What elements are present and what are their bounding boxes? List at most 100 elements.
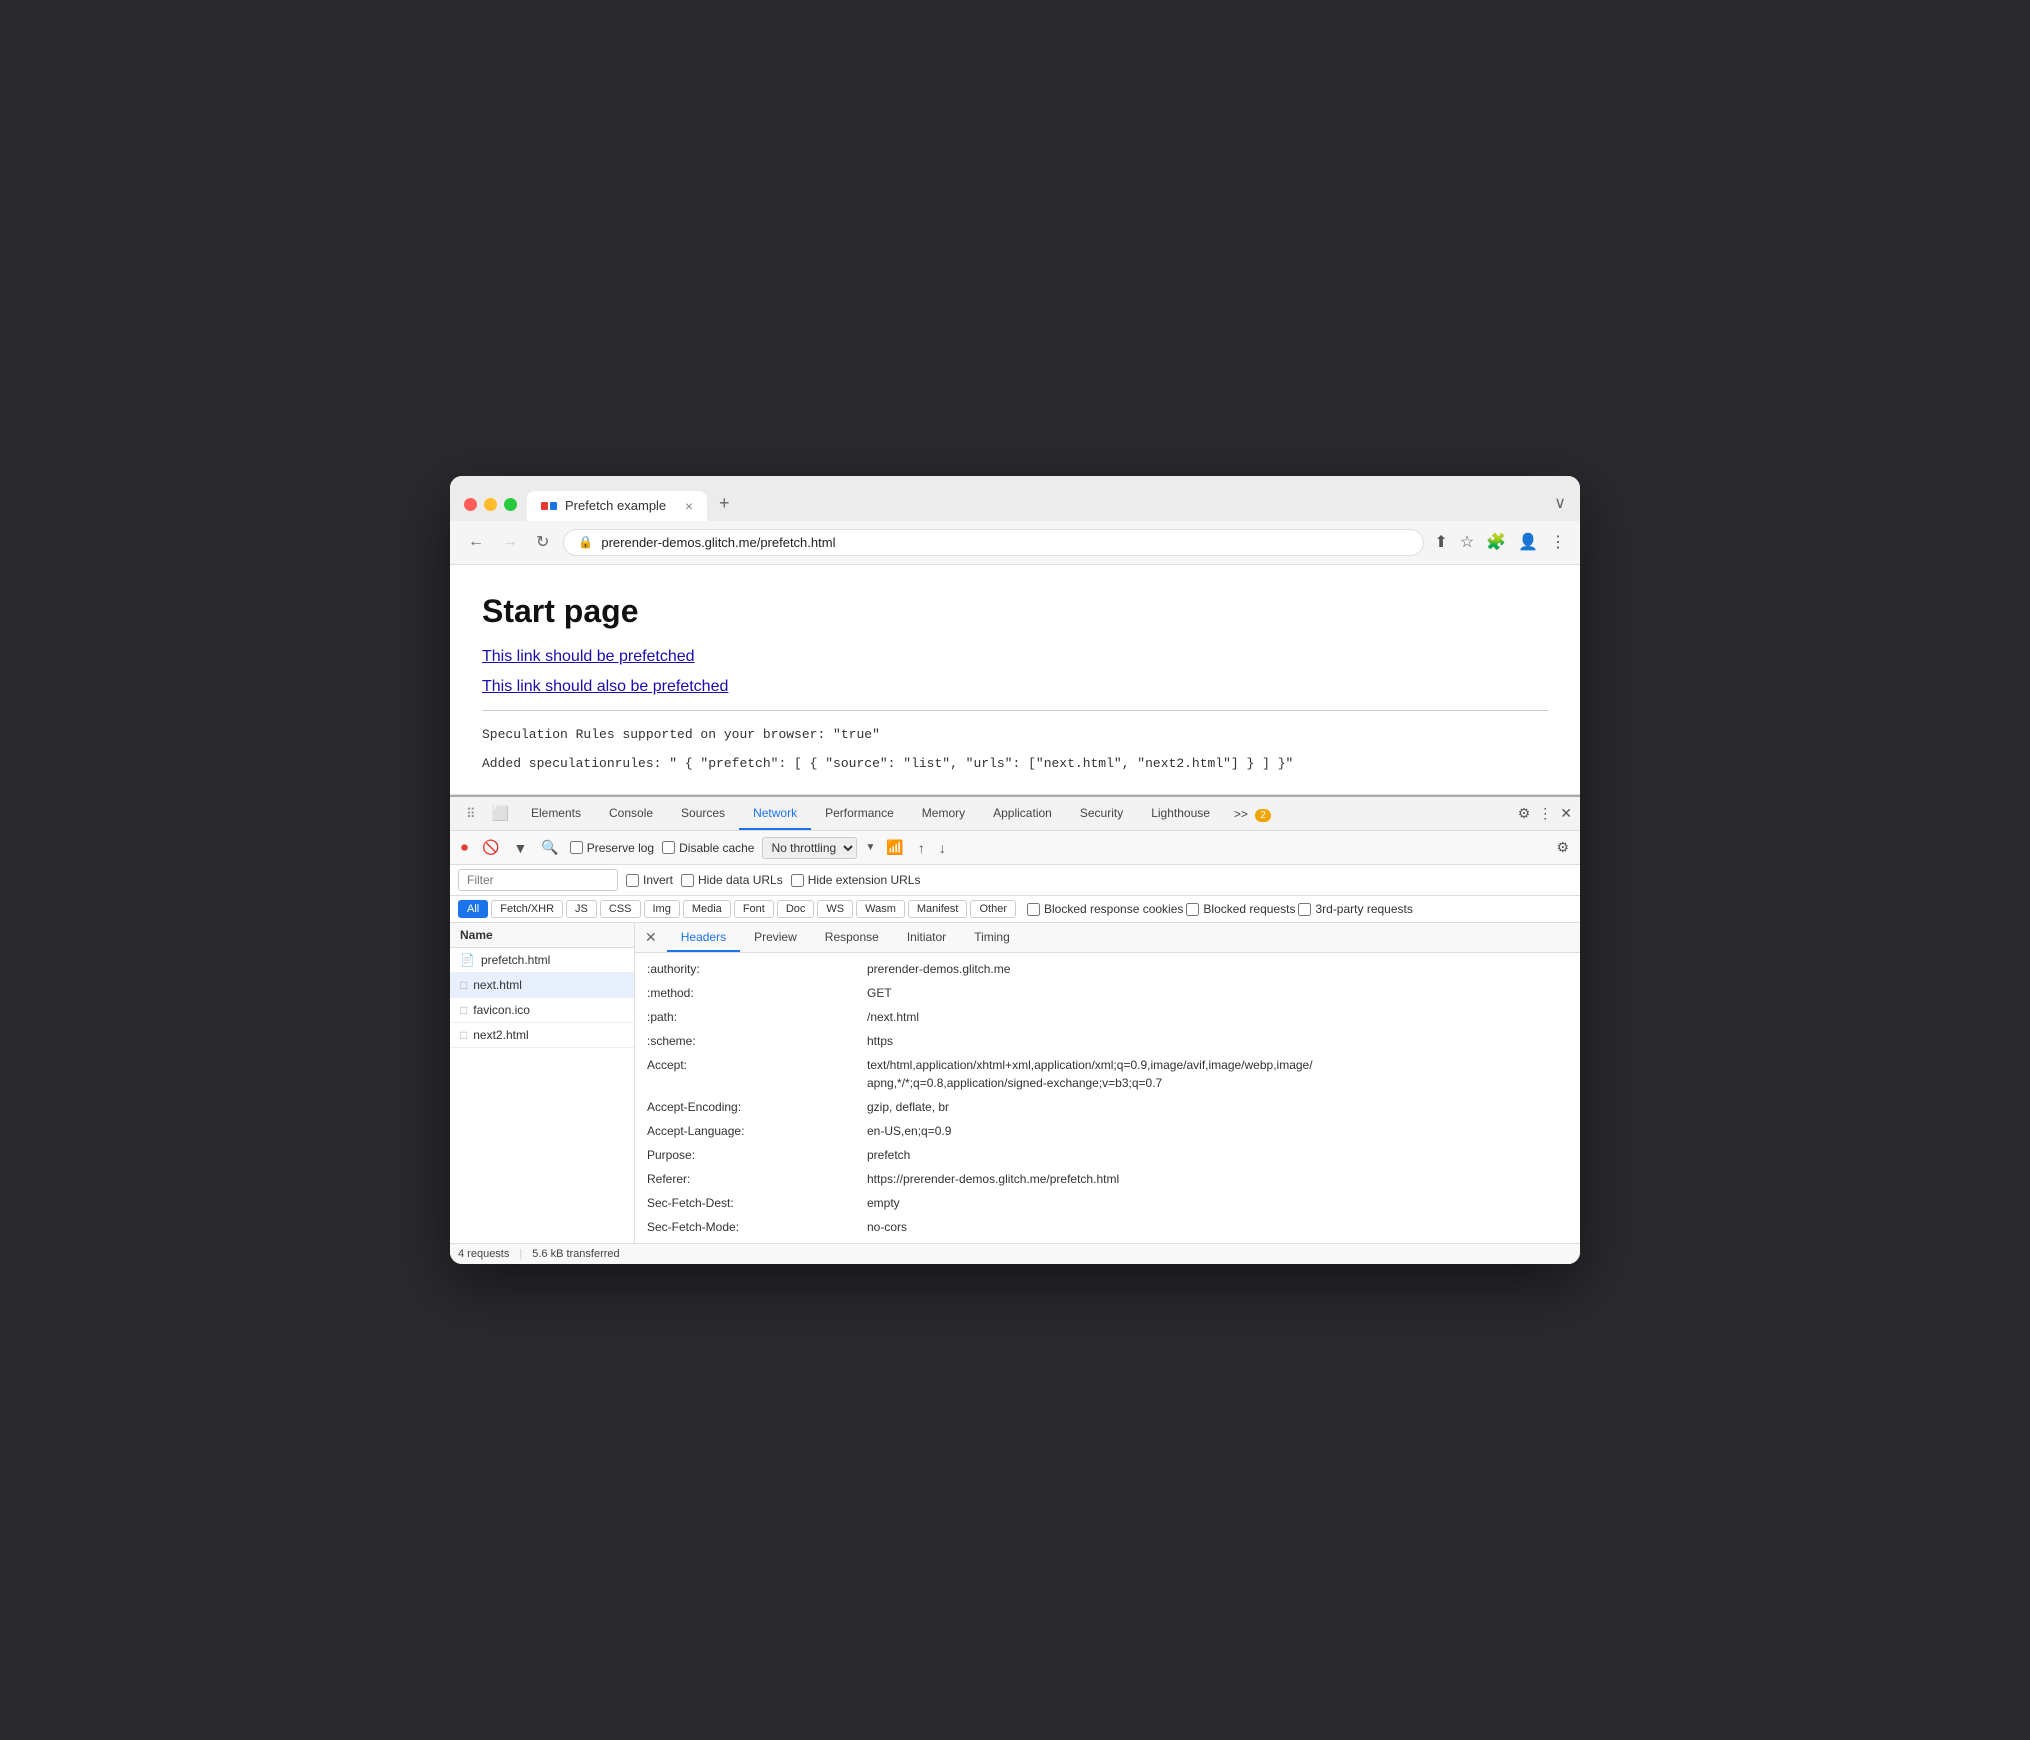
file-icon-next2: □ <box>460 1028 467 1042</box>
filter-font[interactable]: Font <box>734 900 774 918</box>
record-button[interactable]: ⏺ <box>458 836 471 859</box>
devtools-tab-bar: ⠿ ⬜ Elements Console Sources Network Per… <box>450 797 1580 831</box>
panel-tab-timing[interactable]: Timing <box>960 924 1024 952</box>
devtools-panel: ⠿ ⬜ Elements Console Sources Network Per… <box>450 795 1580 1264</box>
link2[interactable]: This link should also be prefetched <box>482 678 1548 696</box>
tab-sources[interactable]: Sources <box>667 798 739 830</box>
tab-performance[interactable]: Performance <box>811 798 908 830</box>
hide-data-urls-label[interactable]: Hide data URLs <box>681 873 783 887</box>
filter-input[interactable] <box>458 869 618 891</box>
reload-button[interactable]: ↻ <box>532 530 553 554</box>
file-list: Name 📄 prefetch.html □ next.html □ favic… <box>450 923 635 1243</box>
hide-data-urls-checkbox[interactable] <box>681 874 694 887</box>
clear-button[interactable]: 🚫 <box>479 836 502 859</box>
tab-close-button[interactable]: × <box>685 498 693 514</box>
maximize-traffic-light[interactable] <box>504 498 517 511</box>
file-item-prefetch-html[interactable]: 📄 prefetch.html <box>450 948 634 973</box>
wifi-icon[interactable]: 📶 <box>883 836 906 859</box>
devtools-more-icon[interactable]: ⋮ <box>1538 805 1552 822</box>
filter-ws[interactable]: WS <box>817 900 853 918</box>
filter-other[interactable]: Other <box>970 900 1016 918</box>
tab-title: Prefetch example <box>565 498 666 513</box>
header-referer: Referer: https://prerender-demos.glitch.… <box>635 1167 1580 1191</box>
more-menu-icon[interactable]: ⋮ <box>1550 532 1566 552</box>
tab-elements[interactable]: Elements <box>517 798 595 830</box>
network-settings-icon[interactable]: ⚙ <box>1553 836 1572 859</box>
devtools-settings-icon[interactable]: ⚙ <box>1518 805 1531 822</box>
tab-lighthouse[interactable]: Lighthouse <box>1137 798 1224 830</box>
panel-tab-response[interactable]: Response <box>811 924 893 952</box>
disable-cache-checkbox[interactable] <box>662 841 675 854</box>
minimize-traffic-light[interactable] <box>484 498 497 511</box>
preserve-log-label[interactable]: Preserve log <box>570 841 654 855</box>
invert-checkbox[interactable] <box>626 874 639 887</box>
active-tab[interactable]: Prefetch example × <box>527 491 707 521</box>
filter-doc[interactable]: Doc <box>777 900 815 918</box>
file-item-next2-html[interactable]: □ next2.html <box>450 1023 634 1048</box>
filter-button[interactable]: ▼ <box>510 837 530 859</box>
search-button[interactable]: 🔍 <box>538 836 561 859</box>
tab-menu-button[interactable]: ∨ <box>1554 493 1566 521</box>
link1[interactable]: This link should be prefetched <box>482 648 1548 666</box>
blocked-response-checkbox[interactable] <box>1027 903 1040 916</box>
tab-application[interactable]: Application <box>979 798 1066 830</box>
transferred-size: 5.6 kB transferred <box>532 1248 619 1260</box>
file-list-header: Name <box>450 923 634 948</box>
third-party-label[interactable]: 3rd-party requests <box>1298 902 1412 916</box>
disable-cache-label[interactable]: Disable cache <box>662 841 754 855</box>
filter-manifest[interactable]: Manifest <box>908 900 968 918</box>
back-button[interactable]: ← <box>464 531 488 553</box>
panel-tab-preview[interactable]: Preview <box>740 924 811 952</box>
address-bar: ← → ↻ 🔒 prerender-demos.glitch.me/prefet… <box>450 521 1580 565</box>
hide-extension-urls-checkbox[interactable] <box>791 874 804 887</box>
header-sec-fetch-site: Sec-Fetch-Site: none <box>635 1239 1580 1243</box>
address-input[interactable]: 🔒 prerender-demos.glitch.me/prefetch.htm… <box>563 529 1424 556</box>
filter-wasm[interactable]: Wasm <box>856 900 905 918</box>
upload-icon[interactable]: ↑ <box>915 837 928 859</box>
tab-memory[interactable]: Memory <box>908 798 979 830</box>
download-icon[interactable]: ↓ <box>936 837 949 859</box>
third-party-checkbox[interactable] <box>1298 903 1311 916</box>
panel-tab-initiator[interactable]: Initiator <box>893 924 960 952</box>
preserve-log-checkbox[interactable] <box>570 841 583 854</box>
header-authority: :authority: prerender-demos.glitch.me <box>635 957 1580 981</box>
network-main: Name 📄 prefetch.html □ next.html □ favic… <box>450 923 1580 1243</box>
filter-js[interactable]: JS <box>566 900 597 918</box>
share-icon[interactable]: ⬆ <box>1434 532 1447 552</box>
extensions-icon[interactable]: 🧩 <box>1486 532 1506 552</box>
filter-media[interactable]: Media <box>683 900 731 918</box>
throttle-select[interactable]: No throttling <box>762 837 857 859</box>
devtools-close-icon[interactable]: ✕ <box>1560 805 1572 822</box>
blocked-response-label[interactable]: Blocked response cookies <box>1027 902 1183 916</box>
forward-button[interactable]: → <box>498 531 522 553</box>
panel-tab-headers[interactable]: Headers <box>667 924 740 952</box>
profile-icon[interactable]: 👤 <box>1518 532 1538 552</box>
file-name: favicon.ico <box>473 1003 530 1017</box>
tab-security[interactable]: Security <box>1066 798 1137 830</box>
throttle-dropdown-icon: ▼ <box>865 842 875 853</box>
tab-network[interactable]: Network <box>739 798 811 830</box>
close-traffic-light[interactable] <box>464 498 477 511</box>
tab-console[interactable]: Console <box>595 798 667 830</box>
more-tabs-button[interactable]: >> 2 <box>1224 799 1281 829</box>
filter-fetch-xhr[interactable]: Fetch/XHR <box>491 900 563 918</box>
invert-label[interactable]: Invert <box>626 873 673 887</box>
filter-bar: Invert Hide data URLs Hide extension URL… <box>450 865 1580 896</box>
hide-extension-urls-label[interactable]: Hide extension URLs <box>791 873 921 887</box>
panel-close-button[interactable]: ✕ <box>635 923 667 952</box>
network-toolbar: ⏺ 🚫 ▼ 🔍 Preserve log Disable cache No th… <box>450 831 1580 865</box>
filter-all[interactable]: All <box>458 900 488 918</box>
filter-img[interactable]: Img <box>644 900 680 918</box>
bookmark-icon[interactable]: ☆ <box>1460 532 1474 552</box>
blocked-requests-label[interactable]: Blocked requests <box>1186 902 1295 916</box>
new-tab-button[interactable]: + <box>707 486 742 521</box>
file-icon-page: □ <box>460 978 467 992</box>
page-title: Start page <box>482 593 1548 630</box>
browser-toolbar-icons: ⬆ ☆ 🧩 👤 ⋮ <box>1434 532 1566 552</box>
status-divider: | <box>519 1248 522 1260</box>
filter-css[interactable]: CSS <box>600 900 641 918</box>
header-method: :method: GET <box>635 981 1580 1005</box>
file-item-next-html[interactable]: □ next.html <box>450 973 634 998</box>
blocked-requests-checkbox[interactable] <box>1186 903 1199 916</box>
file-item-favicon[interactable]: □ favicon.ico <box>450 998 634 1023</box>
